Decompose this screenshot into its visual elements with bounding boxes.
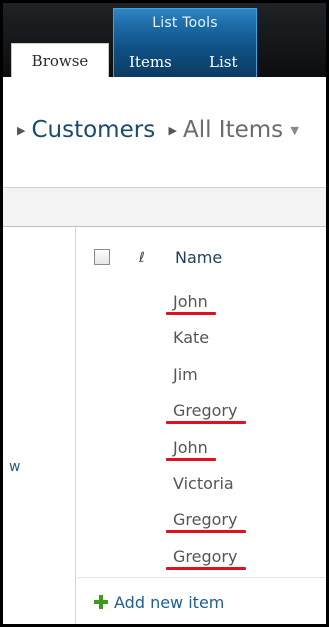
list-item-name[interactable]: John [173,438,208,457]
name-column-header[interactable]: Name [175,248,222,267]
duplicate-highlight-underline [166,312,216,315]
divider [77,577,326,578]
add-new-item-label: Add new item [114,593,225,612]
ribbon: List Tools Browse Items List [3,3,326,77]
duplicate-highlight-underline [166,566,246,570]
list-item-name[interactable]: Jim [173,365,198,384]
list-item-name[interactable]: Gregory [173,510,237,529]
toolbar-strip [3,188,326,226]
chevron-down-icon[interactable]: ▼ [290,124,298,137]
add-new-item-link[interactable]: Add new item [94,593,224,612]
tab-list[interactable]: List [209,47,237,77]
list-item-name[interactable]: Gregory [173,547,237,566]
duplicate-highlight-underline [166,530,246,534]
left-navigation [3,227,76,624]
breadcrumb: ▶ Customers ▶ All Items ▼ [17,117,299,143]
duplicate-highlight-underline [166,421,246,425]
breadcrumb-arrow-icon: ▶ [168,124,177,137]
view-selector[interactable]: All Items [183,117,283,143]
breadcrumb-list-link[interactable]: Customers [31,117,155,143]
list-item-name[interactable]: Gregory [173,401,237,420]
breadcrumb-arrow-icon: ▶ [17,124,26,137]
plus-icon [94,595,108,609]
list-item-name[interactable]: John [173,292,208,311]
sharepoint-window: List Tools Browse Items List ▶ Customers … [0,0,329,627]
list-item-name[interactable]: Victoria [173,474,234,493]
select-all-checkbox[interactable] [94,249,110,265]
list-item-name[interactable]: Kate [173,328,209,347]
tab-items[interactable]: Items [129,47,172,77]
context-group-label: List Tools [152,15,218,31]
duplicate-highlight-underline [166,457,216,461]
attachment-icon: ℓ [139,250,145,266]
tab-browse[interactable]: Browse [11,43,109,77]
left-nav-link-fragment[interactable]: w [9,459,20,475]
